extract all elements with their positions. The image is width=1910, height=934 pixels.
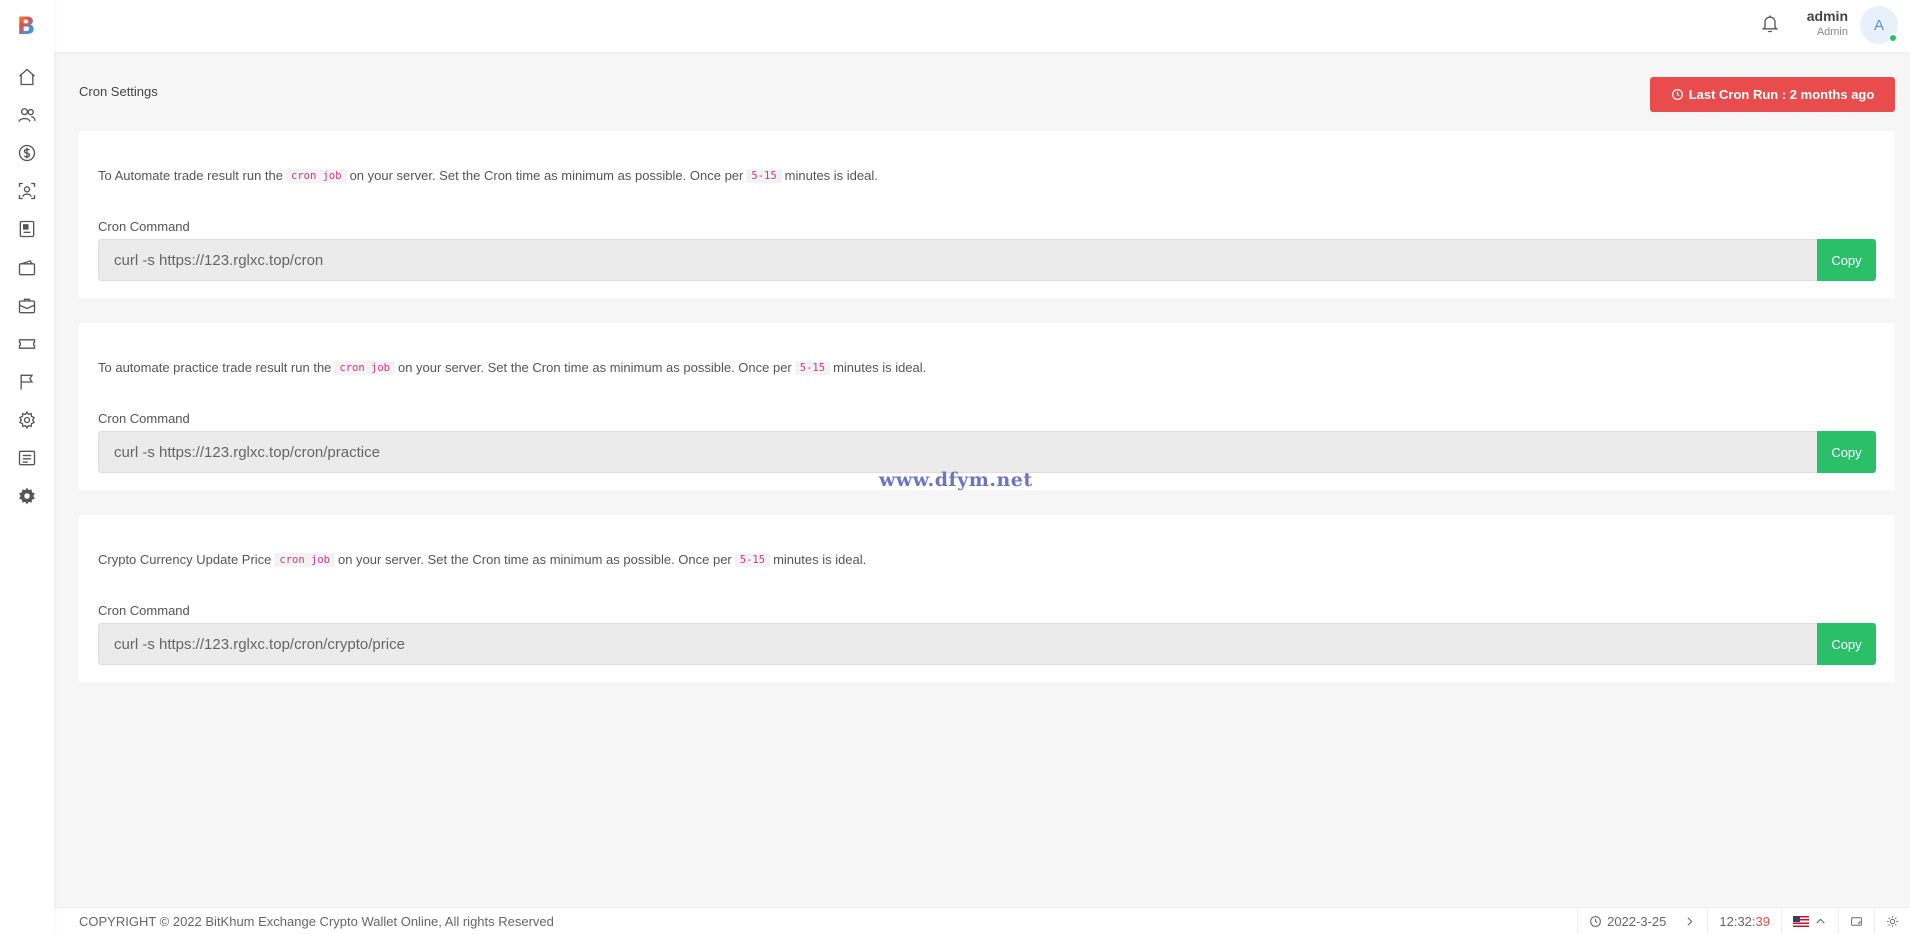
user-role: Admin [1816,26,1848,38]
interval-tag: 5-15 [746,168,782,183]
page-title: Cron Settings [79,84,158,99]
briefcase-icon[interactable] [13,292,41,320]
watermark: www.dfym.net [879,469,1033,491]
date-segment: 2022-3-25 [1577,908,1707,934]
screen-icon [1851,917,1862,926]
online-status-dot [1889,34,1897,42]
footer-status: 2022-3-25 12:32: 39 [1577,908,1910,934]
cron-command-row: Copy [98,431,1876,473]
language-selector[interactable] [1781,908,1838,934]
time-segment: 12:32: 39 [1707,908,1781,934]
description-text: To Automate trade result run the [98,168,283,183]
user-name[interactable]: admin [1807,8,1848,24]
sun-icon [1887,916,1898,927]
last-cron-run-label: Last Cron Run : 2 months ago [1688,87,1875,102]
clock-icon [1590,916,1602,927]
settings-icon[interactable] [13,406,41,434]
avatar[interactable]: A [1860,6,1898,44]
cron-command-label: Cron Command [98,219,190,234]
report-icon[interactable] [13,215,41,243]
dollar-icon[interactable] [13,139,41,167]
ticket-icon[interactable] [13,330,41,358]
home-icon[interactable] [13,63,41,91]
cron-command-label: Cron Command [98,603,190,618]
app-logo[interactable]: B [17,14,37,38]
description-text: on your server. Set the Cron time as min… [349,168,744,183]
chevron-right-icon[interactable] [1683,915,1696,928]
cron-job-tag: cron job [334,360,395,375]
description-text: minutes is ideal. [784,168,878,183]
footer-time: 12:32: [1719,914,1756,929]
cron-job-tag: cron job [286,168,347,183]
avatar-letter: A [1873,16,1884,34]
theme-toggle[interactable] [1874,908,1910,934]
copyright-text: COPYRIGHT © 2022 BitKhum Exchange Crypto… [79,914,554,929]
description-text: on your server. Set the Cron time as min… [397,360,792,375]
top-header: admin Admin A [54,0,1910,52]
cron-command-label: Cron Command [98,411,190,426]
sidebar: B [0,0,54,934]
footer-date: 2022-3-25 [1607,914,1667,929]
chevron-up-icon [1816,918,1825,924]
copy-button[interactable]: Copy [1817,239,1876,281]
fullscreen-toggle[interactable] [1838,908,1874,934]
cron-command-input[interactable] [98,239,1817,281]
cron-command-input[interactable] [98,431,1817,473]
cron-job-tag: cron job [274,552,335,567]
description-text: minutes is ideal. [833,360,927,375]
us-flag-icon [1793,916,1809,927]
cron-description: To automate practice trade result run th… [98,360,926,375]
cron-command-input[interactable] [98,623,1817,665]
description-text: minutes is ideal. [773,552,867,567]
copy-button[interactable]: Copy [1817,623,1876,665]
description-text: on your server. Set the Cron time as min… [337,552,732,567]
wallet-icon[interactable] [13,254,41,282]
description-text: Crypto Currency Update Price [98,552,272,567]
cron-command-row: Copy [98,623,1876,665]
copy-button[interactable]: Copy [1817,431,1876,473]
bell-icon[interactable] [1759,11,1781,35]
cron-card-trade: To Automate trade result run the cron jo… [79,131,1895,298]
footer-seconds: 39 [1755,914,1770,929]
description-text: To automate practice trade result run th… [98,360,332,375]
last-cron-run-button[interactable]: Last Cron Run : 2 months ago [1650,77,1895,112]
cron-card-practice: To automate practice trade result run th… [79,323,1895,490]
clock-icon [1671,89,1683,100]
interval-tag: 5-15 [794,360,831,375]
kyc-icon[interactable] [13,177,41,205]
notes-icon[interactable] [13,444,41,472]
cron-description: To Automate trade result run the cron jo… [98,168,878,183]
cron-command-row: Copy [98,239,1876,281]
cron-description: Crypto Currency Update Price cron job on… [98,552,866,567]
cron-card-crypto-price: Crypto Currency Update Price cron job on… [79,515,1895,682]
gear-solid-icon[interactable] [13,482,41,510]
flag-icon[interactable] [13,368,41,396]
interval-tag: 5-15 [734,552,771,567]
users-icon[interactable] [13,101,41,129]
footer: COPYRIGHT © 2022 BitKhum Exchange Crypto… [54,907,1910,934]
